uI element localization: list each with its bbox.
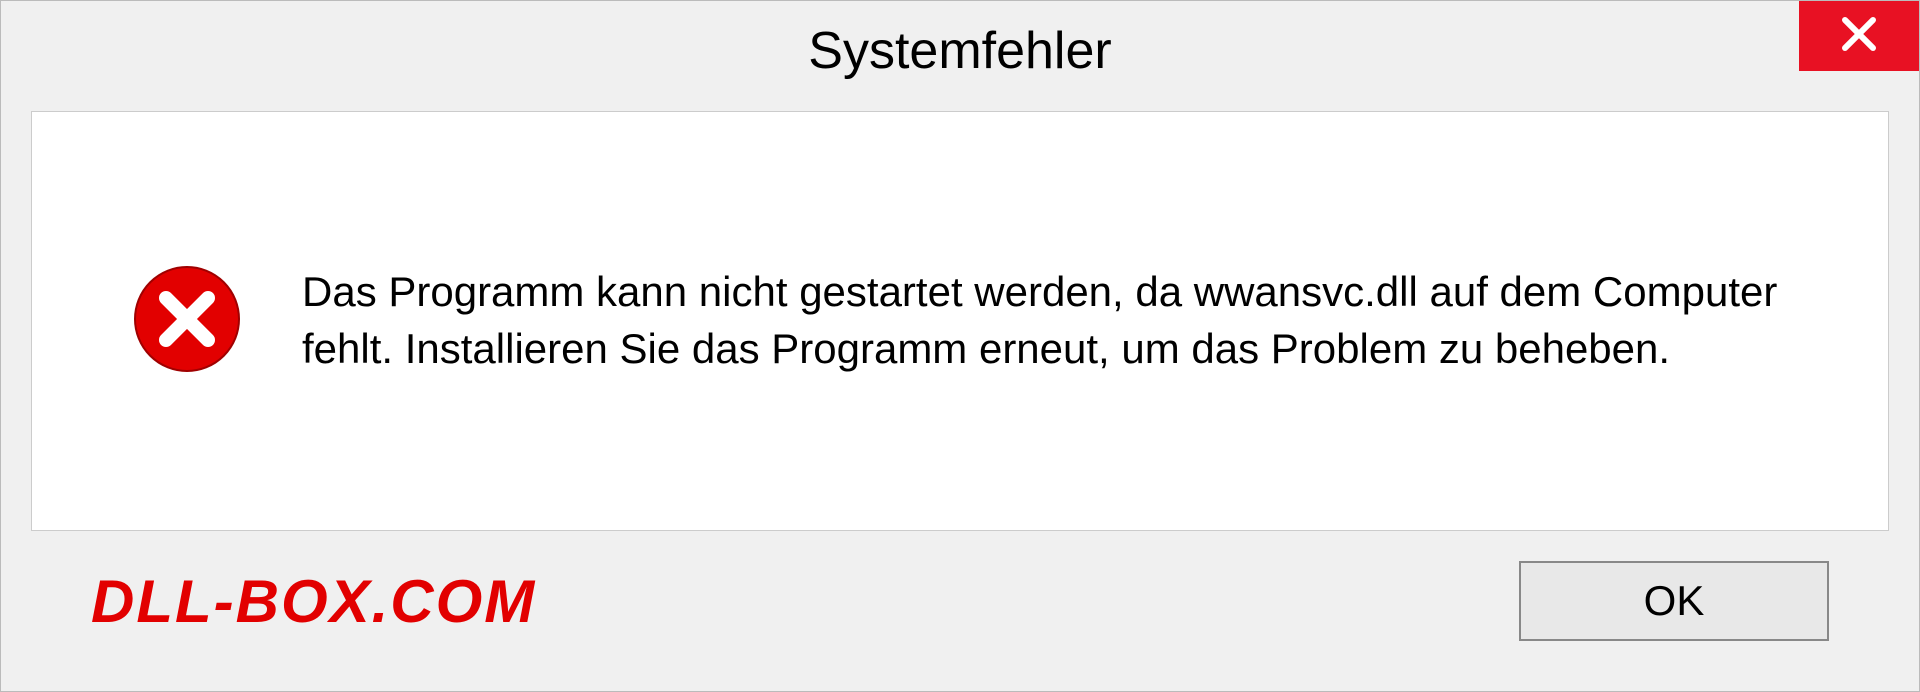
close-button[interactable] <box>1799 1 1919 71</box>
dialog-footer: DLL-BOX.COM OK <box>31 531 1889 671</box>
ok-button[interactable]: OK <box>1519 561 1829 641</box>
content-panel: Das Programm kann nicht gestartet werden… <box>31 111 1889 531</box>
close-icon <box>1839 14 1879 59</box>
titlebar: Systemfehler <box>1 1 1919 101</box>
dialog-title: Systemfehler <box>808 21 1111 81</box>
error-icon <box>132 264 242 379</box>
error-message: Das Programm kann nicht gestartet werden… <box>302 264 1818 377</box>
watermark-text: DLL-BOX.COM <box>91 567 536 636</box>
error-dialog: Systemfehler Das Programm kann nicht ges… <box>0 0 1920 692</box>
content-wrap: Das Programm kann nicht gestartet werden… <box>1 101 1919 691</box>
